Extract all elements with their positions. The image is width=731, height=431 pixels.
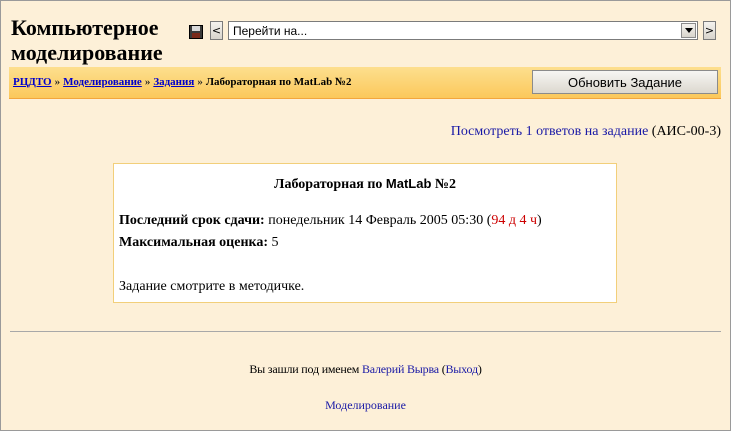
next-page-button[interactable]: >: [703, 21, 716, 40]
assignment-title: Лабораторная по MatLab №2: [274, 176, 456, 192]
deadline-row: Последний срок сдачи: понедельник 14 Фев…: [119, 213, 542, 228]
breadcrumb-separator: »: [144, 76, 151, 88]
site-title: Компьютерное моделирование: [11, 15, 163, 65]
jump-to-select[interactable]: Перейти на...: [228, 21, 698, 40]
navigation-bar: РЦДТО» Моделирование» Задания» Лабораторная…: [9, 67, 721, 99]
breadcrumb-current: Лабораторная по MatLab №2: [205, 76, 352, 88]
deadline-label: Последний срок сдачи:: [119, 213, 265, 228]
view-submissions-link[interactable]: Посмотреть 1 ответов на задание: [451, 124, 649, 139]
footer-course: Моделирование: [0, 398, 731, 413]
grade-row: Максимальная оценка: 5: [119, 235, 279, 251]
breadcrumb-link-rcdto[interactable]: РЦДТО: [13, 76, 52, 88]
jump-to-value: Перейти на...: [233, 23, 308, 38]
prev-page-button[interactable]: <: [210, 21, 223, 40]
grade-label: Максимальная оценка:: [119, 235, 269, 250]
logout-link[interactable]: Выход: [446, 362, 479, 376]
breadcrumb-separator: »: [197, 76, 203, 88]
save-icon[interactable]: [189, 25, 203, 39]
grade-value: 5: [271, 235, 279, 250]
time-left: 94 д 4 ч: [491, 213, 538, 228]
arrow-left-icon: <: [211, 24, 222, 37]
deadline-value: понедельник 14 Февраль 2005 05:30: [268, 213, 484, 228]
breadcrumb-link-assignments[interactable]: Задания: [153, 76, 194, 88]
user-name-link[interactable]: Валерий Вырва: [362, 362, 439, 376]
login-info: Вы зашли под именем Валерий Вырва (Выход…: [249, 362, 482, 376]
arrow-right-icon: >: [704, 24, 715, 37]
course-home-link[interactable]: Моделирование: [325, 398, 406, 412]
footer-divider: [10, 331, 721, 332]
breadcrumb-link-course[interactable]: Моделирование: [63, 76, 142, 88]
submissions-row: Посмотреть 1 ответов на задание (АИС-00-…: [451, 124, 721, 140]
group-label: (АИС-00-3): [651, 124, 721, 139]
logged-in-prefix: Вы зашли под именем: [249, 362, 362, 376]
assignment-description: Задание смотрите в методичке.: [119, 279, 305, 294]
update-assignment-button[interactable]: Обновить Задание: [532, 70, 718, 94]
breadcrumb-separator: »: [54, 76, 61, 88]
assignment-box: Лабораторная по MatLab №2 Последний срок…: [113, 163, 617, 303]
breadcrumb: РЦДТО» Моделирование» Задания» Лабораторная…: [13, 76, 352, 88]
chevron-down-icon[interactable]: [681, 23, 696, 38]
